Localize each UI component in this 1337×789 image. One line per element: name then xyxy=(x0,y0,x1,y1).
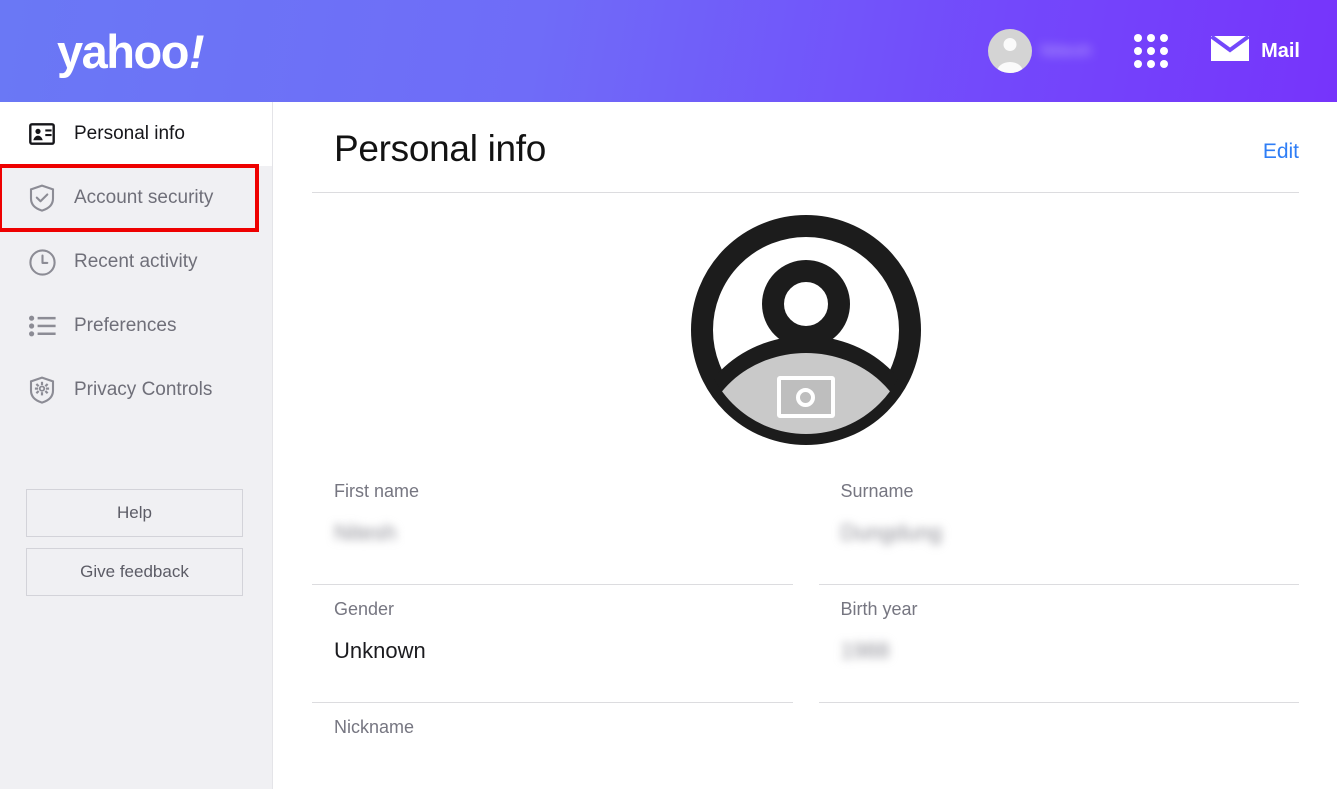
field-label: First name xyxy=(334,481,420,501)
profile-avatar-placeholder-icon xyxy=(687,215,925,453)
header-actions: Nitesh Mail xyxy=(987,29,1300,73)
field-label: Nickname xyxy=(334,717,415,737)
field-label: Gender xyxy=(334,599,395,619)
apps-dot xyxy=(1147,60,1156,68)
apps-dot xyxy=(1160,60,1169,68)
apps-dot xyxy=(1160,47,1169,55)
give-feedback-button[interactable]: Give feedback xyxy=(26,548,243,596)
field-value: Nitesh xyxy=(334,519,397,545)
apps-dot xyxy=(1160,34,1169,42)
field-birth-year[interactable]: Birth year 1988 xyxy=(818,585,1299,703)
camera-icon[interactable] xyxy=(776,376,835,418)
bullet-list-icon xyxy=(27,311,57,341)
profile-photo-button[interactable] xyxy=(687,211,925,449)
shield-gear-icon xyxy=(27,375,57,405)
mail-button[interactable]: Mail xyxy=(1210,34,1300,68)
sidebar-item-label: Preferences xyxy=(74,315,177,336)
sidebar-item-label: Recent activity xyxy=(74,251,198,272)
field-first-name[interactable]: First name Nitesh xyxy=(312,467,793,585)
page-title: Personal info xyxy=(334,128,547,169)
personal-info-fields: First name Nitesh Surname Dungdung Gende… xyxy=(312,467,1299,789)
header-username: Nitesh xyxy=(1040,41,1093,60)
mail-label: Mail xyxy=(1261,39,1300,62)
field-value: Unknown xyxy=(334,637,426,663)
field-surname[interactable]: Surname Dungdung xyxy=(818,467,1299,585)
apps-dot xyxy=(1134,60,1143,68)
apps-dot xyxy=(1134,47,1143,55)
account-menu[interactable]: Nitesh xyxy=(987,29,1093,73)
field-gender[interactable]: Gender Unknown xyxy=(312,585,793,703)
field-placeholder xyxy=(819,703,1300,789)
id-card-icon xyxy=(27,119,57,149)
sidebar-item-label: Privacy Controls xyxy=(74,379,213,400)
yahoo-logo-exclamation: ! xyxy=(188,24,205,78)
apps-dot xyxy=(1134,34,1143,42)
top-header: yahoo! Nitesh Mail xyxy=(0,0,1337,102)
yahoo-logo-text: yahoo xyxy=(57,24,189,78)
user-avatar-icon[interactable] xyxy=(987,29,1032,73)
sidebar-item-recent-activity[interactable]: Recent activity xyxy=(0,230,272,294)
apps-dot xyxy=(1147,47,1156,55)
field-nickname[interactable]: Nickname xyxy=(312,703,793,789)
sidebar-item-label: Account security xyxy=(74,187,214,208)
field-label: Birth year xyxy=(840,599,918,619)
shield-check-icon xyxy=(27,183,57,213)
main-content: Personal info Edit First name Nitesh Sur… xyxy=(274,102,1337,789)
help-button[interactable]: Help xyxy=(26,489,243,537)
edit-link[interactable]: Edit xyxy=(1263,140,1299,170)
apps-dot xyxy=(1147,34,1156,42)
field-value xyxy=(334,756,793,783)
field-value: Dungdung xyxy=(840,519,943,545)
field-value: 1988 xyxy=(840,637,890,663)
header-divider xyxy=(312,192,1299,193)
sidebar-item-account-security[interactable]: Account security xyxy=(0,164,259,232)
field-label: Surname xyxy=(840,481,914,501)
clock-icon xyxy=(27,247,57,277)
envelope-icon xyxy=(1210,34,1261,68)
sidebar: Personal info Account security Recent ac… xyxy=(0,102,273,789)
sidebar-footer-buttons: Help Give feedback xyxy=(26,489,243,596)
sidebar-item-label: Personal info xyxy=(74,123,185,144)
sidebar-item-personal-info[interactable]: Personal info xyxy=(0,102,272,166)
page-header: Personal info Edit xyxy=(274,102,1337,170)
sidebar-item-privacy-controls[interactable]: Privacy Controls xyxy=(0,358,272,422)
yahoo-logo[interactable]: yahoo! xyxy=(57,24,205,78)
apps-grid-icon[interactable] xyxy=(1134,34,1169,68)
sidebar-item-preferences[interactable]: Preferences xyxy=(0,294,272,358)
profile-photo-section xyxy=(274,211,1337,449)
